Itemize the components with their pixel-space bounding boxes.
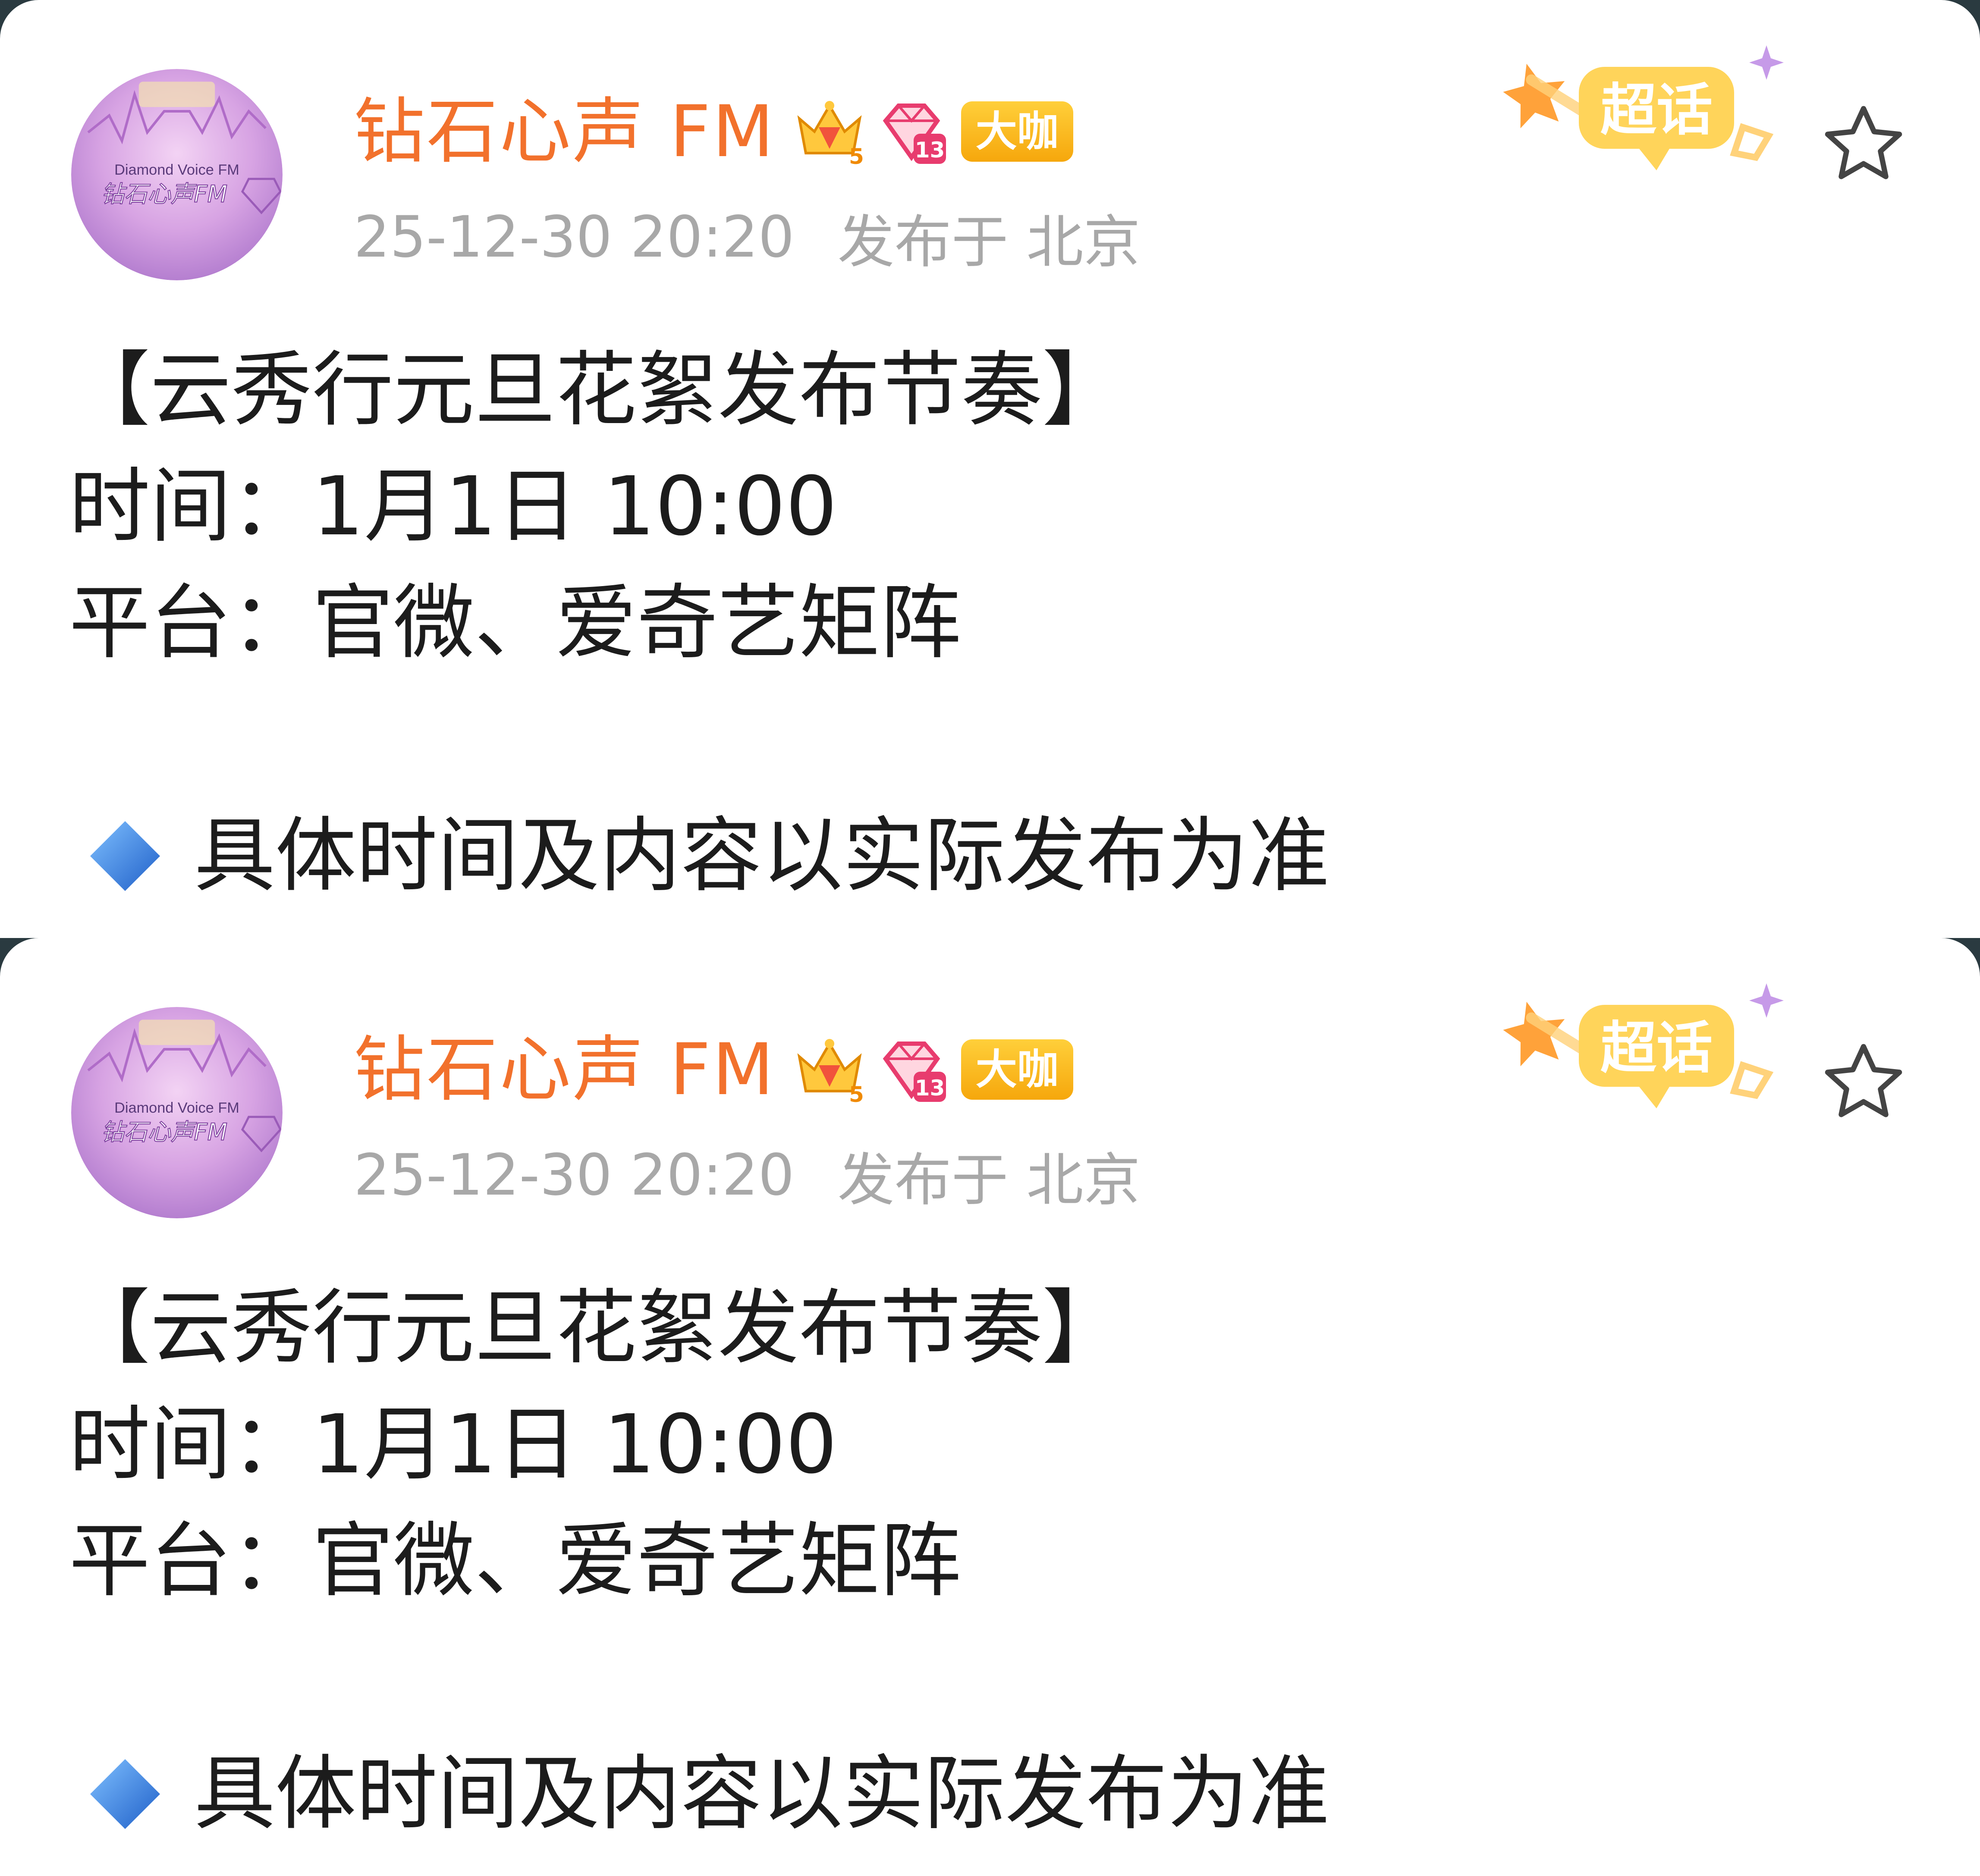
diamond-icon [90,1759,160,1829]
post-location: 发布于 北京 [837,209,1141,276]
post-platform-line: 平台：官微、爱奇艺矩阵 [69,1514,961,1608]
gem-level: 13 [915,1076,945,1101]
crown-level: 5 [849,1082,864,1104]
supertopic-label: 超话 [1600,77,1713,143]
crown-level: 5 [849,144,864,166]
crown-icon[interactable]: 5 [793,1035,866,1107]
post-time-line: 时间：1月1日 10:00 [69,459,837,554]
post-note: 具体时间及内容以实际发布为准 [86,1736,1329,1852]
post-title: 【云秀行元旦花絮发布节奏】 [69,343,1123,437]
supertopic-button[interactable]: 超话 [1501,979,1829,1121]
username[interactable]: 钻石心声 FM [354,93,776,170]
post-note-text: 具体时间及内容以实际发布为准 [194,1747,1329,1841]
diamond-icon [90,821,160,891]
gem-icon[interactable]: 13 [875,1035,948,1104]
post-meta: 25-12-30 20:20 发布于 北京 [354,203,1141,276]
post-meta: 25-12-30 20:20 发布于 北京 [354,1141,1141,1214]
avatar[interactable]: Diamond Voice FM 钻石心声FM [71,1007,283,1218]
avatar[interactable]: Diamond Voice FM 钻石心声FM [71,69,283,280]
avatar-text-en: Diamond Voice FM [114,1100,239,1116]
gem-icon[interactable]: 13 [875,97,948,166]
weibo-post: Diamond Voice FM 钻石心声FM 钻石心声 FM 5 13 大咖 [0,938,1980,1876]
weibo-post: Diamond Voice FM 钻石心声FM 钻石心声 FM 5 13 大咖 [0,0,1980,938]
supertopic-button[interactable]: 超话 [1501,41,1829,183]
vip-badge[interactable]: 大咖 [961,101,1073,162]
vip-badge[interactable]: 大咖 [961,1039,1073,1100]
name-row: 钻石心声 FM 5 13 大咖 [354,1031,1073,1108]
avatar-text-cn: 钻石心声FM [101,1119,227,1146]
star-icon[interactable] [1818,99,1909,190]
supertopic-label: 超话 [1600,1015,1713,1081]
username[interactable]: 钻石心声 FM [354,1031,776,1108]
post-note: 具体时间及内容以实际发布为准 [86,798,1329,914]
post-location: 发布于 北京 [837,1147,1141,1214]
crown-icon[interactable]: 5 [793,97,866,169]
post-time-line: 时间：1月1日 10:00 [69,1397,837,1492]
avatar-text-cn: 钻石心声FM [101,181,227,208]
post-title: 【云秀行元旦花絮发布节奏】 [69,1281,1123,1375]
post-platform-line: 平台：官微、爱奇艺矩阵 [69,576,961,670]
avatar-text-en: Diamond Voice FM [114,162,239,178]
star-icon[interactable] [1818,1037,1909,1128]
post-note-text: 具体时间及内容以实际发布为准 [194,809,1329,903]
post-time: 25-12-30 20:20 [354,1142,795,1208]
post-time: 25-12-30 20:20 [354,204,795,270]
gem-level: 13 [915,138,945,163]
name-row: 钻石心声 FM 5 13 大咖 [354,93,1073,170]
